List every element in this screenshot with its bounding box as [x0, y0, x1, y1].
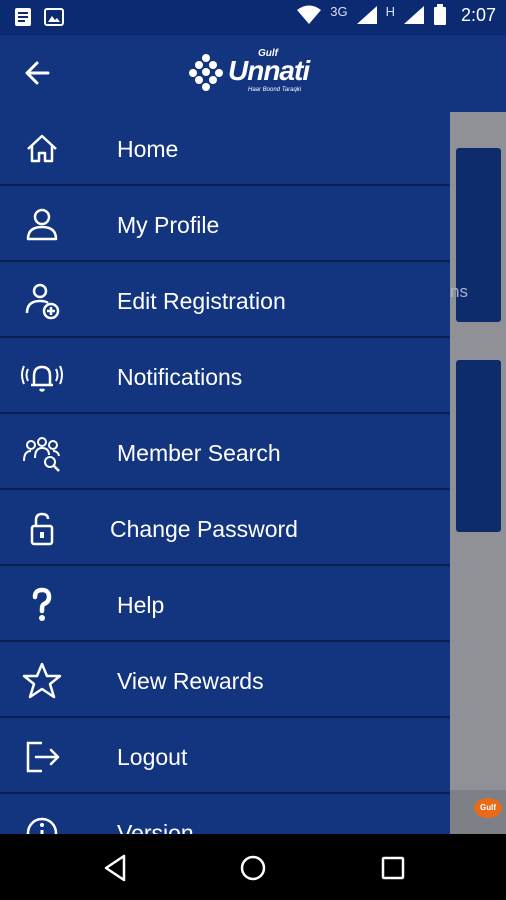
- navigation-drawer: Home My Profile Edit Registration Notifi…: [0, 112, 450, 834]
- menu-item-label: Home: [117, 136, 179, 162]
- arrow-left-icon: [25, 61, 50, 85]
- logo-tagline: Haar Boond Taraqki: [248, 87, 302, 93]
- menu-item-help[interactable]: Help: [0, 568, 450, 642]
- status-bar: 3G H 2:07: [0, 0, 506, 35]
- logout-icon: [26, 741, 60, 773]
- back-button[interactable]: [18, 55, 58, 91]
- menu-item-label: Help: [117, 592, 165, 618]
- background-screen: ns Gulf: [450, 110, 506, 834]
- background-footer: Gulf: [450, 790, 506, 834]
- network-3g-label: 3G: [330, 3, 348, 19]
- menu-item-label: Version: [117, 820, 194, 834]
- menu-item-view-rewards[interactable]: View Rewards: [0, 644, 450, 718]
- menu-item-label: Edit Registration: [117, 288, 286, 314]
- menu-item-change-password[interactable]: Change Password: [0, 492, 450, 566]
- menu-item-notifications[interactable]: Notifications: [0, 340, 450, 414]
- notification-image-icon: [44, 8, 64, 26]
- clock: 2:07: [460, 4, 496, 25]
- menu-item-edit-registration[interactable]: Edit Registration: [0, 264, 450, 338]
- app-header: Gulf Unnati Haar Boond Taraqki: [0, 35, 506, 112]
- question-icon: [32, 587, 52, 621]
- menu-item-label: Notifications: [117, 364, 243, 390]
- menu-item-label: Member Search: [117, 440, 281, 466]
- network-h-label: H: [385, 3, 395, 19]
- menu-item-version[interactable]: Version: [0, 796, 450, 834]
- menu-item-member-search[interactable]: Member Search: [0, 416, 450, 490]
- background-card: [456, 360, 501, 532]
- recents-square-icon[interactable]: [373, 848, 413, 888]
- system-nav-bar: [0, 834, 506, 900]
- battery-icon: [433, 4, 446, 25]
- wifi-icon: [297, 5, 322, 24]
- menu-item-logout[interactable]: Logout: [0, 720, 450, 794]
- gulf-logo: Gulf: [474, 798, 502, 818]
- person-add-icon: [25, 283, 60, 320]
- notification-document-icon: [15, 8, 31, 26]
- unlocked-padlock-icon: [30, 512, 54, 546]
- logo-name: Unnati: [228, 55, 310, 86]
- background-text-fragment: ns: [450, 282, 468, 301]
- menu-item-label: My Profile: [117, 212, 220, 238]
- home-icon: [27, 134, 57, 163]
- menu-item-label: View Rewards: [117, 668, 264, 694]
- droplet-cluster-icon: [189, 54, 223, 91]
- group-search-icon: [23, 437, 60, 472]
- bell-ringing-icon: [21, 365, 63, 392]
- person-icon: [26, 208, 58, 241]
- app-logo: Gulf Unnati Haar Boond Taraqki: [186, 48, 336, 98]
- menu-item-label: Change Password: [110, 516, 298, 542]
- menu-item-my-profile[interactable]: My Profile: [0, 188, 450, 262]
- signal-icon: [356, 6, 377, 24]
- home-circle-icon[interactable]: [233, 848, 273, 888]
- back-triangle-icon[interactable]: [96, 848, 136, 888]
- menu-item-label: Logout: [117, 744, 188, 770]
- signal-icon: [403, 6, 424, 24]
- info-icon: [26, 817, 58, 834]
- star-icon: [22, 662, 62, 699]
- menu-item-home[interactable]: Home: [0, 112, 450, 186]
